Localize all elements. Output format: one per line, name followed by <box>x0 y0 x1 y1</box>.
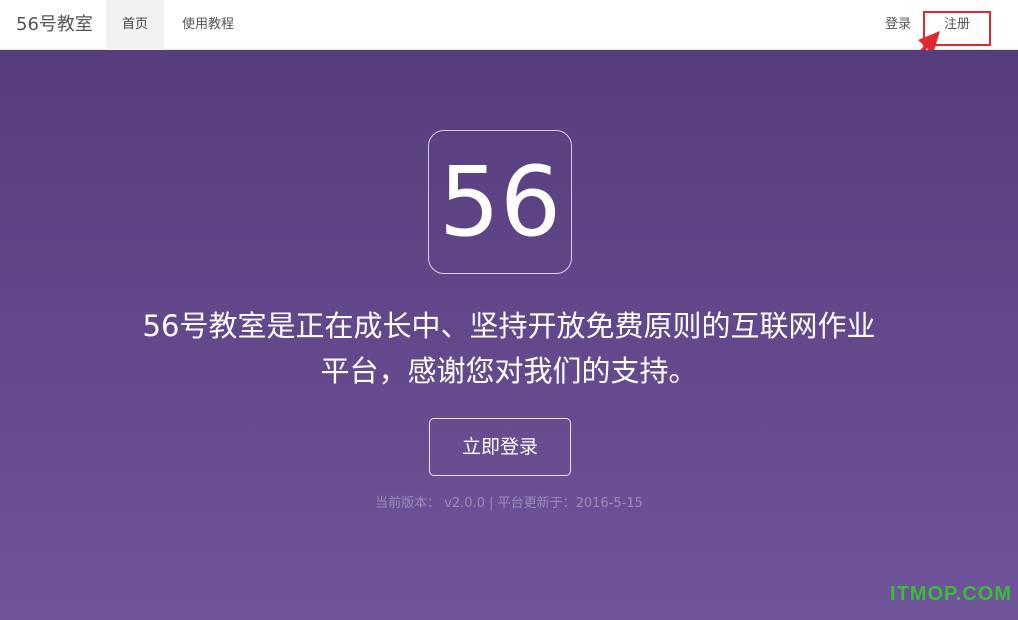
logo-badge: 56 <box>428 130 572 274</box>
headline-line-1: 56号教室是正在成长中、坚持开放免费原则的互联网作业 <box>142 309 876 343</box>
site-watermark: ITMOP.COM <box>890 583 1012 605</box>
hero-headline: 56号教室是正在成长中、坚持开放免费原则的互联网作业 平台，感谢您对我们的支持。 <box>110 304 908 394</box>
nav-tutorial[interactable]: 使用教程 <box>170 0 246 50</box>
top-navbar: 56号教室 首页 使用教程 登录 注册 <box>0 0 1018 50</box>
hero-section: 56 56号教室是正在成长中、坚持开放免费原则的互联网作业 平台，感谢您对我们的… <box>0 50 1018 620</box>
nav-home[interactable]: 首页 <box>106 0 164 50</box>
headline-line-2: 平台，感谢您对我们的支持。 <box>320 354 698 388</box>
version-info: 当前版本： v2.0.0 | 平台更新于：2016-5-15 <box>375 496 643 511</box>
brand-logo-link[interactable]: 56号教室 <box>16 0 93 50</box>
login-now-button[interactable]: 立即登录 <box>429 418 571 476</box>
